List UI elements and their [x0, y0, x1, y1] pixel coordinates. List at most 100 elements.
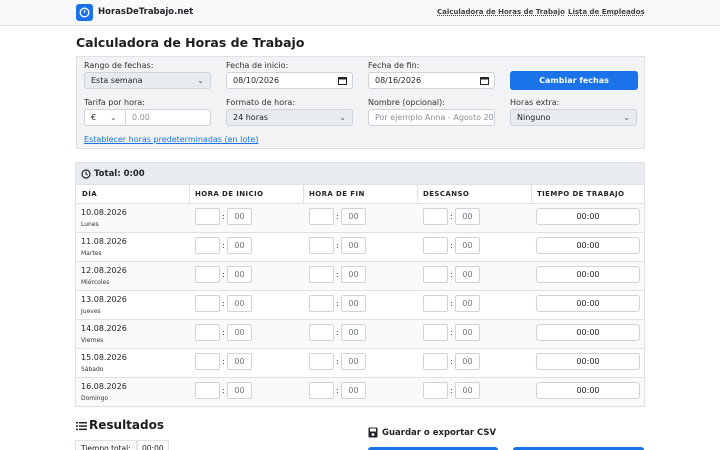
- currency-select[interactable]: €: [91, 113, 96, 122]
- time-separator: :: [336, 328, 339, 337]
- name-label: Nombre (opcional):: [368, 98, 445, 107]
- rate-input[interactable]: 0.00: [132, 113, 150, 122]
- table-row: 13.08.2026 Jueves:00:00:00 00:00: [76, 291, 644, 320]
- end-minute-input[interactable]: 00: [341, 295, 366, 312]
- clock-logo-icon[interactable]: [76, 4, 93, 21]
- start-date-input[interactable]: 08/10/2026: [226, 72, 353, 89]
- start-hour-input[interactable]: [195, 382, 220, 399]
- break-minute-input[interactable]: 00: [455, 237, 480, 254]
- row-date: 13.08.2026: [81, 295, 127, 304]
- brand-name[interactable]: HorasDeTrabajo.net: [98, 7, 193, 17]
- work-time-output: 00:00: [536, 382, 640, 399]
- time-separator: :: [222, 357, 225, 366]
- start-minute-input[interactable]: 00: [227, 382, 252, 399]
- break-minute-input[interactable]: 00: [455, 208, 480, 225]
- end-hour-input[interactable]: [309, 382, 334, 399]
- time-separator: :: [450, 328, 453, 337]
- table-row: 12.08.2026 Miércoles:00:00:00 00:00: [76, 262, 644, 291]
- total-bar: Total: 0:00: [76, 163, 644, 185]
- start-hour-input[interactable]: [195, 324, 220, 341]
- change-dates-button[interactable]: Cambiar fechas: [510, 71, 638, 90]
- end-hour-input[interactable]: [309, 324, 334, 341]
- floppy-disk-icon: [368, 427, 378, 438]
- total-time: Total: 0:00: [94, 169, 145, 179]
- row-weekday: Miércoles: [81, 279, 110, 286]
- row-weekday: Jueves: [81, 308, 101, 315]
- start-minute-input[interactable]: 00: [227, 353, 252, 370]
- break-hour-input[interactable]: [423, 237, 448, 254]
- break-hour-input[interactable]: [423, 324, 448, 341]
- end-hour-input[interactable]: [309, 353, 334, 370]
- time-separator: :: [336, 357, 339, 366]
- break-minute-input[interactable]: 00: [455, 295, 480, 312]
- clock-icon: [81, 169, 91, 179]
- start-minute-input[interactable]: 00: [227, 266, 252, 283]
- divider: [125, 110, 126, 125]
- start-minute-input[interactable]: 00: [227, 295, 252, 312]
- overtime-select[interactable]: Ninguno ⌄: [510, 109, 637, 126]
- break-hour-input[interactable]: [423, 266, 448, 283]
- chevron-down-icon: ⌄: [197, 76, 204, 85]
- time-separator: :: [450, 270, 453, 279]
- format-select[interactable]: 24 horas ⌄: [226, 109, 353, 126]
- list-icon: [76, 422, 87, 431]
- column-header-work-time: TIEMPO DE TRABAJO: [537, 190, 625, 198]
- end-minute-input[interactable]: 00: [341, 324, 366, 341]
- calendar-icon[interactable]: [338, 76, 347, 85]
- chevron-down-icon: ⌄: [339, 113, 346, 122]
- start-minute-input[interactable]: 00: [227, 324, 252, 341]
- time-separator: :: [450, 212, 453, 221]
- chevron-down-icon: ⌄: [623, 113, 630, 122]
- end-hour-input[interactable]: [309, 295, 334, 312]
- end-minute-input[interactable]: 00: [341, 237, 366, 254]
- start-minute-input[interactable]: 00: [227, 208, 252, 225]
- break-minute-input[interactable]: 00: [455, 324, 480, 341]
- break-minute-input[interactable]: 00: [455, 266, 480, 283]
- work-time-output: 00:00: [536, 324, 640, 341]
- overtime-label: Horas extra:: [510, 98, 560, 107]
- time-separator: :: [450, 241, 453, 250]
- end-minute-input[interactable]: 00: [341, 208, 366, 225]
- break-hour-input[interactable]: [423, 208, 448, 225]
- chevron-down-icon[interactable]: ⌄: [110, 113, 117, 122]
- row-weekday: Lunes: [81, 221, 99, 228]
- time-separator: :: [450, 386, 453, 395]
- row-weekday: Sábado: [81, 366, 104, 373]
- range-select[interactable]: Esta semana ⌄: [84, 72, 211, 89]
- break-minute-input[interactable]: 00: [455, 382, 480, 399]
- end-hour-input[interactable]: [309, 266, 334, 283]
- nav-link-employees[interactable]: Lista de Empleados: [568, 8, 645, 16]
- time-separator: :: [222, 328, 225, 337]
- end-hour-input[interactable]: [309, 237, 334, 254]
- break-hour-input[interactable]: [423, 295, 448, 312]
- start-hour-input[interactable]: [195, 266, 220, 283]
- start-hour-input[interactable]: [195, 353, 220, 370]
- calendar-icon[interactable]: [480, 76, 489, 85]
- column-header-end: HORA DE FIN: [309, 190, 365, 198]
- time-separator: :: [222, 212, 225, 221]
- time-separator: :: [222, 270, 225, 279]
- start-hour-input[interactable]: [195, 208, 220, 225]
- end-date-label: Fecha de fin:: [368, 61, 420, 70]
- table-row: 15.08.2026 Sábado:00:00:00 00:00: [76, 349, 644, 378]
- format-label: Formato de hora:: [226, 98, 296, 107]
- name-input[interactable]: Por ejemplo Anna - Agosto 2026: [368, 109, 495, 126]
- break-hour-input[interactable]: [423, 353, 448, 370]
- total-time-label: Tiempo total:: [75, 440, 137, 450]
- end-minute-input[interactable]: 00: [341, 382, 366, 399]
- end-date-input[interactable]: 08/16/2026: [368, 72, 495, 89]
- row-weekday: Domingo: [81, 395, 109, 402]
- end-minute-input[interactable]: 00: [341, 353, 366, 370]
- end-hour-input[interactable]: [309, 208, 334, 225]
- bulk-default-hours-link[interactable]: Establecer horas predeterminadas (en lot…: [84, 135, 258, 144]
- break-hour-input[interactable]: [423, 382, 448, 399]
- nav-link-calculator[interactable]: Calculadora de Horas de Trabajo: [437, 8, 565, 16]
- start-hour-input[interactable]: [195, 237, 220, 254]
- save-export-heading: Guardar o exportar CSV: [382, 428, 497, 438]
- work-time-output: 00:00: [536, 266, 640, 283]
- page-title: Calculadora de Horas de Trabajo: [76, 35, 305, 50]
- start-hour-input[interactable]: [195, 295, 220, 312]
- break-minute-input[interactable]: 00: [455, 353, 480, 370]
- end-minute-input[interactable]: 00: [341, 266, 366, 283]
- start-minute-input[interactable]: 00: [227, 237, 252, 254]
